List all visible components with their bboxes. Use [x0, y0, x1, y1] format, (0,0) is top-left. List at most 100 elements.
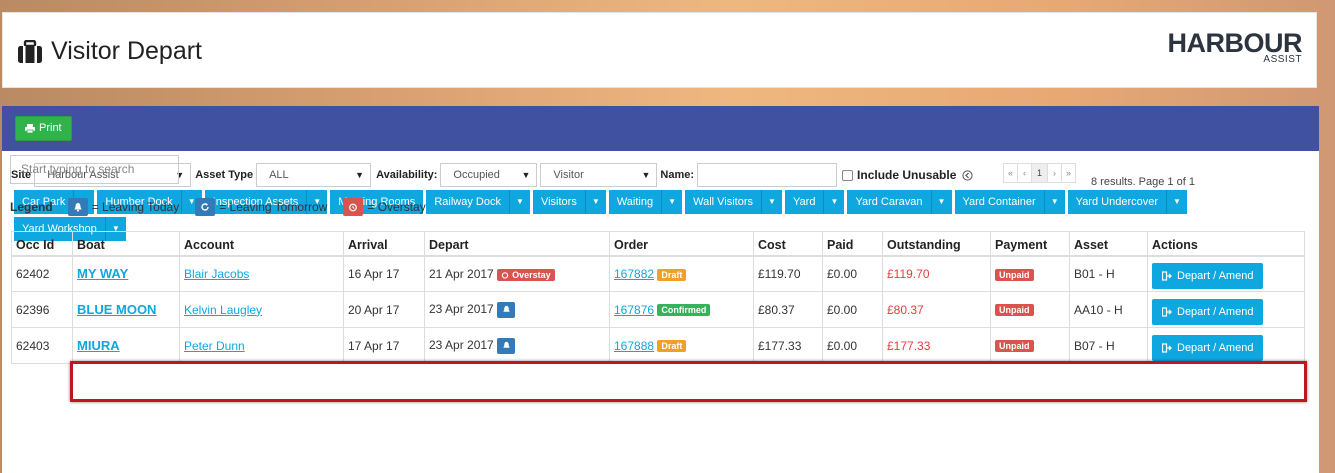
paid-cell: £0.00	[822, 291, 883, 328]
table-row: 62402 MY WAY Blair Jacobs 16 Apr 17 21 A…	[11, 255, 1305, 292]
boat-link[interactable]: MIURA	[77, 338, 120, 353]
caret-down-icon[interactable]: ▼	[931, 190, 952, 214]
name-input[interactable]	[697, 163, 838, 187]
alarm-clock-icon	[343, 198, 364, 216]
info-circle-icon[interactable]	[962, 169, 973, 181]
print-button[interactable]: Print	[15, 116, 72, 141]
refresh-icon	[195, 198, 216, 216]
first-page-button[interactable]: «	[1003, 163, 1018, 183]
col-payment[interactable]: Payment	[990, 231, 1070, 257]
col-order[interactable]: Order	[609, 231, 754, 257]
occ-id-cell: 62403	[11, 327, 73, 364]
depart-cell: 21 Apr 2017 Overstay	[424, 255, 610, 292]
category-visitors[interactable]: Visitors ▼	[532, 190, 606, 214]
category-yard[interactable]: Yard ▼	[785, 190, 845, 214]
category-yard-undercover[interactable]: Yard Undercover ▼	[1067, 190, 1188, 214]
payment-status-badge: Unpaid	[995, 304, 1034, 317]
prev-page-button[interactable]: ‹	[1017, 163, 1032, 183]
legend-title: Legend	[10, 200, 53, 214]
visitor-select[interactable]: Visitor ▼	[540, 163, 658, 187]
availability-select[interactable]: Occupied ▼	[440, 163, 538, 187]
payment-status-badge: Unpaid	[995, 268, 1034, 281]
boat-link[interactable]: MY WAY	[77, 266, 128, 281]
depart-cell: 23 Apr 2017	[424, 291, 610, 328]
table-header-row: Occ Id Boat Account Arrival Depart Order…	[11, 231, 1305, 257]
col-cost[interactable]: Cost	[753, 231, 823, 257]
page-header: Visitor Depart HARBOUR ASSIST	[2, 12, 1317, 88]
col-paid[interactable]: Paid	[822, 231, 883, 257]
name-label: Name:	[660, 169, 695, 181]
account-link[interactable]: Kelvin Laugley	[184, 303, 262, 317]
cost-cell: £119.70	[753, 255, 823, 292]
bell-icon	[497, 337, 516, 354]
caret-down-icon[interactable]: ▼	[585, 190, 606, 214]
chevron-down-icon: ▼	[355, 170, 365, 180]
outstanding-cell: £80.37	[882, 291, 991, 328]
caret-down-icon[interactable]: ▼	[1167, 190, 1188, 214]
cost-cell: £80.37	[753, 291, 823, 328]
order-link[interactable]: 167888	[614, 339, 654, 353]
availability-label: Availability:	[376, 169, 438, 181]
legend: Legend = Leaving Today = Leaving Tomorro…	[10, 198, 438, 216]
category-wall-visitors[interactable]: Wall Visitors ▼	[685, 190, 783, 214]
order-link[interactable]: 167882	[614, 267, 654, 281]
account-link[interactable]: Peter Dunn	[184, 339, 245, 353]
asset-type-select[interactable]: ALL ▼	[256, 163, 372, 187]
table-row: 62396 BLUE MOON Kelvin Laugley 20 Apr 17…	[11, 291, 1305, 328]
caret-down-icon[interactable]: ▼	[762, 190, 783, 214]
boat-link[interactable]: BLUE MOON	[77, 302, 156, 317]
asset-cell: B01 - H	[1069, 255, 1148, 292]
col-depart[interactable]: Depart	[424, 231, 610, 257]
legend-leaving-tomorrow: = Leaving Tomorrow	[219, 200, 328, 214]
col-occ-id[interactable]: Occ Id	[11, 231, 73, 257]
page-1-button[interactable]: 1	[1031, 163, 1048, 183]
last-page-button[interactable]: »	[1061, 163, 1076, 183]
account-link[interactable]: Blair Jacobs	[184, 267, 249, 281]
bell-icon	[497, 301, 516, 318]
next-page-button[interactable]: ›	[1047, 163, 1062, 183]
outstanding-cell: £119.70	[882, 255, 991, 292]
caret-down-icon[interactable]: ▼	[1044, 190, 1065, 214]
depart-amend-button[interactable]: Depart / Amend	[1152, 298, 1264, 325]
category-waiting[interactable]: Waiting ▼	[608, 190, 683, 214]
caret-down-icon[interactable]: ▼	[509, 190, 530, 214]
sign-out-icon	[1162, 271, 1172, 281]
order-link[interactable]: 167876	[614, 303, 654, 317]
sign-out-icon	[1162, 306, 1172, 317]
order-status-badge: Draft	[657, 268, 687, 281]
table-row: 62403 MIURA Peter Dunn 17 Apr 17 23 Apr …	[11, 327, 1305, 364]
caret-down-icon[interactable]: ▼	[824, 190, 845, 214]
occ-id-cell: 62396	[11, 291, 73, 328]
include-unusable-checkbox[interactable]	[842, 169, 854, 181]
arrival-cell: 17 Apr 17	[343, 327, 425, 364]
arrival-cell: 16 Apr 17	[343, 255, 425, 292]
col-asset[interactable]: Asset	[1069, 231, 1148, 257]
search-input[interactable]: Start typing to search	[10, 155, 179, 184]
asset-cell: B07 - H	[1069, 327, 1148, 364]
page-title: Visitor Depart	[51, 37, 202, 65]
order-status-badge: Draft	[657, 340, 687, 353]
col-account[interactable]: Account	[179, 231, 344, 257]
alarm-clock-icon	[501, 271, 509, 279]
panel-toolbar: Print	[2, 106, 1319, 151]
col-arrival[interactable]: Arrival	[343, 231, 425, 257]
category-yard-container[interactable]: Yard Container ▼	[954, 190, 1065, 214]
arrival-cell: 20 Apr 17	[343, 291, 425, 328]
occ-id-cell: 62402	[11, 255, 73, 292]
page-title-wrap: Visitor Depart	[17, 37, 202, 66]
print-label: Print	[39, 122, 62, 134]
col-boat[interactable]: Boat	[72, 231, 180, 257]
paid-cell: £0.00	[822, 255, 883, 292]
order-status-badge: Confirmed	[657, 304, 711, 317]
col-outstanding[interactable]: Outstanding	[882, 231, 991, 257]
category-yard-caravan[interactable]: Yard Caravan ▼	[847, 190, 952, 214]
depart-amend-button[interactable]: Depart / Amend	[1152, 334, 1264, 361]
include-unusable-label: Include Unusable	[857, 168, 957, 182]
cost-cell: £177.33	[753, 327, 823, 364]
asset-type-label: Asset Type	[195, 169, 254, 181]
legend-overstay: = Overstay	[367, 200, 426, 214]
outstanding-cell: £177.33	[882, 327, 991, 364]
caret-down-icon[interactable]: ▼	[662, 190, 683, 214]
category-railway-dock[interactable]: Railway Dock ▼	[426, 190, 530, 214]
depart-amend-button[interactable]: Depart / Amend	[1152, 262, 1264, 289]
